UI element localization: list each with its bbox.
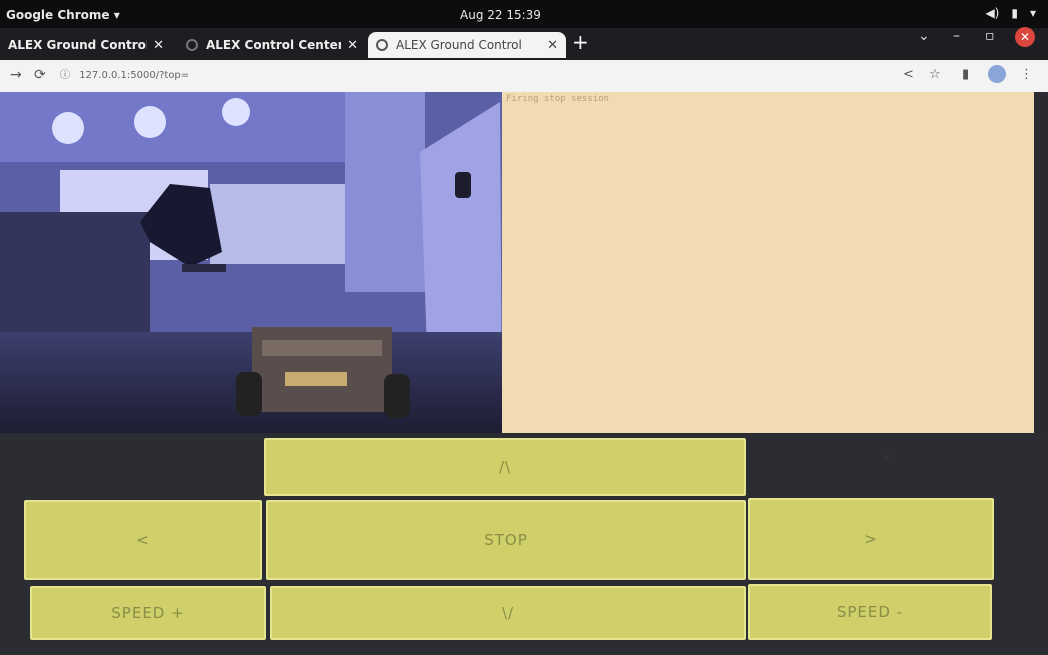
tab-title: ALEX Ground Control <box>8 38 148 52</box>
menu-icon[interactable]: ⋮ <box>1020 67 1033 82</box>
close-icon[interactable]: ✕ <box>153 38 164 53</box>
system-top-bar: Google Chrome ▾ Aug 22 15:39 ◀) ▮ ▾ <box>0 0 1048 30</box>
share-icon[interactable]: < <box>903 67 914 82</box>
tab-alex-ground-control-active[interactable]: ALEX Ground Control ✕ <box>368 32 566 58</box>
forward-arrow-icon[interactable]: → <box>10 67 22 83</box>
close-icon[interactable]: ✕ <box>347 38 358 53</box>
page-content: Firing stop session /\ < STOP > SPEED + … <box>0 92 1048 655</box>
forward-button[interactable]: /\ <box>264 438 746 496</box>
right-button[interactable]: > <box>748 498 994 580</box>
tab-title: ALEX Ground Control <box>396 38 522 52</box>
backward-button[interactable]: \/ <box>270 586 746 640</box>
close-icon[interactable]: ✕ <box>547 38 558 53</box>
maximize-icon[interactable]: ▫ <box>985 28 995 44</box>
tab-search-icon[interactable]: ⌄ <box>918 28 930 44</box>
stop-button[interactable]: STOP <box>266 500 746 580</box>
minimize-icon[interactable]: – <box>953 28 960 44</box>
tab-alex-ground-control-1[interactable]: ALEX Ground Control ✕ <box>0 32 172 58</box>
speed-down-button[interactable]: SPEED - <box>748 584 992 640</box>
tab-strip: ALEX Ground Control ✕ ALEX Control Cente… <box>0 28 1048 60</box>
battery-icon[interactable]: ▮ <box>1011 6 1018 20</box>
volume-icon[interactable]: ◀) <box>985 6 999 20</box>
bookmark-star-icon[interactable]: ☆ <box>929 67 941 82</box>
speed-up-button[interactable]: SPEED + <box>30 586 266 640</box>
left-button[interactable]: < <box>24 500 262 580</box>
tab-title: ALEX Control Center <box>206 38 342 52</box>
tab-alex-control-center[interactable]: ALEX Control Center ✕ <box>178 32 366 58</box>
mouse-cursor-icon: ➤ <box>882 450 892 463</box>
reload-icon[interactable]: ⟳ <box>34 67 46 83</box>
profile-icon[interactable] <box>988 65 1006 83</box>
app-menu[interactable]: Google Chrome ▾ <box>6 8 120 22</box>
system-tray[interactable]: ◀) ▮ ▾ <box>985 6 1036 20</box>
clock[interactable]: Aug 22 15:39 <box>460 8 541 22</box>
globe-icon <box>376 39 388 51</box>
side-panel-icon[interactable]: ▮ <box>962 67 969 82</box>
window-close-button[interactable]: ✕ <box>1015 27 1035 47</box>
camera-feed <box>0 92 502 433</box>
terminal-line: Firing stop session <box>506 94 609 104</box>
address-bar[interactable]: ⓘ 127.0.0.1:5000/?top= <box>60 65 880 87</box>
chevron-down-icon[interactable]: ▾ <box>1030 6 1036 20</box>
terminal-output: Firing stop session <box>502 92 1034 433</box>
camera-image <box>0 92 502 433</box>
url-text: 127.0.0.1:5000/?top= <box>79 70 190 81</box>
globe-icon <box>186 39 198 51</box>
info-icon[interactable]: ⓘ <box>60 70 70 81</box>
new-tab-button[interactable]: + <box>572 30 589 54</box>
browser-toolbar: → ⟳ ⓘ 127.0.0.1:5000/?top= < ☆ ▮ ⋮ <box>0 60 1048 92</box>
